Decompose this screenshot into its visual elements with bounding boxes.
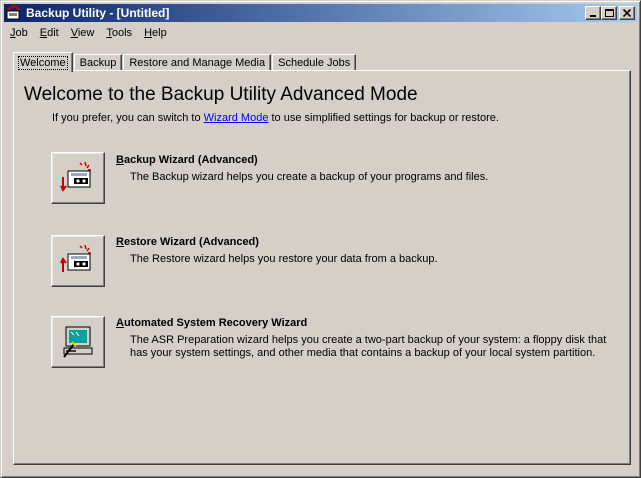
backup-wizard-button[interactable] [51, 152, 105, 204]
restore-wizard-button[interactable] [51, 235, 105, 287]
menu-tools[interactable]: Tools [100, 27, 138, 39]
backup-app-icon [6, 5, 21, 20]
title-bar[interactable]: Backup Utility - [Untitled] [4, 4, 637, 22]
maximize-button[interactable] [601, 6, 617, 20]
backup-wizard-description: The Backup wizard helps you create a bac… [130, 171, 489, 183]
tab-restore-and-manage-media[interactable]: Restore and Manage Media [123, 54, 272, 71]
asr-wizard-heading: Automated System Recovery Wizard [116, 317, 308, 329]
backup-wizard-icon [60, 161, 91, 192]
menu-view[interactable]: View [65, 27, 101, 39]
menu-job[interactable]: Job [4, 27, 34, 39]
asr-wizard-description: The ASR Preparation wizard helps you cre… [130, 334, 607, 359]
restore-wizard-icon [60, 244, 91, 272]
tab-strip: Welcome Backup Restore and Manage Media … [13, 51, 357, 72]
page-title: Welcome to the Backup Utility Advanced M… [24, 84, 418, 105]
intro-text: If you prefer, you can switch to Wizard … [52, 112, 499, 124]
backup-wizard-heading: Backup Wizard (Advanced) [116, 154, 258, 166]
window-title: Backup Utility - [Untitled] [26, 6, 170, 20]
maximize-icon [604, 9, 614, 17]
computer-recovery-icon [63, 326, 93, 358]
asr-wizard-button[interactable] [51, 316, 105, 368]
restore-wizard-heading: Restore Wizard (Advanced) [116, 236, 259, 248]
minimize-icon [590, 15, 596, 17]
tab-backup[interactable]: Backup [73, 54, 123, 71]
menu-bar: Job Edit View Tools Help [4, 24, 173, 42]
close-icon [623, 9, 631, 17]
wizard-mode-link[interactable]: Wizard Mode [204, 112, 269, 124]
menu-edit[interactable]: Edit [34, 27, 65, 39]
backup-utility-window: Backup Utility - [Untitled] Job Edit Vie… [0, 0, 641, 478]
restore-wizard-description: The Restore wizard helps you restore you… [130, 253, 438, 265]
tab-welcome[interactable]: Welcome [13, 52, 73, 72]
close-button[interactable] [619, 6, 635, 20]
welcome-panel: Welcome to the Backup Utility Advanced M… [13, 70, 631, 465]
menu-help[interactable]: Help [138, 27, 173, 39]
tab-schedule-jobs[interactable]: Schedule Jobs [272, 54, 357, 71]
minimize-button[interactable] [585, 6, 601, 20]
